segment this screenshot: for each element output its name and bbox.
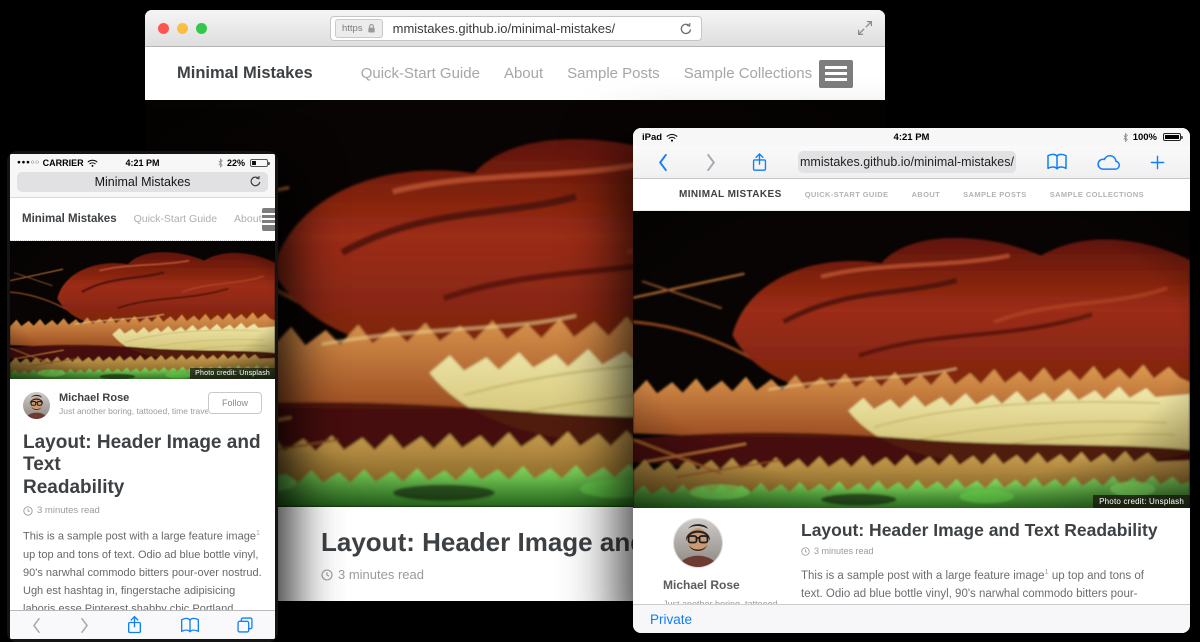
close-window-button[interactable] xyxy=(158,23,169,34)
tabs-icon[interactable] xyxy=(236,616,254,634)
icloud-tabs-icon[interactable] xyxy=(1096,154,1121,171)
ipad-address-field[interactable]: mmistakes.github.io/minimal-mistakes/ xyxy=(798,151,1016,173)
signal-strength-icon: ●●●○○ xyxy=(17,159,40,166)
ipad-site-nav: Minimal Mistakes Quick-Start Guide About… xyxy=(633,179,1190,211)
reload-icon[interactable] xyxy=(679,22,693,36)
desktop-titlebar: https mmistakes.github.io/minimal-mistak… xyxy=(145,10,885,47)
menu-icon[interactable] xyxy=(262,208,276,231)
page-title: Minimal Mistakes xyxy=(95,175,191,189)
iphone-bottom-toolbar xyxy=(10,610,275,639)
author-name: Michael Rose xyxy=(59,392,208,404)
private-button[interactable]: Private xyxy=(650,612,692,627)
feature-image: Photo credit: Unsplash xyxy=(633,211,1190,508)
zoom-window-button[interactable] xyxy=(196,23,207,34)
share-icon[interactable] xyxy=(751,152,768,173)
nav-about[interactable]: About xyxy=(911,190,940,199)
bluetooth-icon xyxy=(1122,132,1129,143)
nav-sample-collections[interactable]: Sample Collections xyxy=(1050,190,1144,199)
photo-credit-label: Photo credit: Unsplash xyxy=(1093,495,1190,508)
nav-quick-start-guide[interactable]: Quick-Start Guide xyxy=(134,213,217,225)
site-brand-link[interactable]: Minimal Mistakes xyxy=(679,189,782,200)
battery-percent: 22% xyxy=(227,158,245,168)
back-chevron-icon[interactable] xyxy=(31,617,42,634)
nav-sample-collections[interactable]: Sample Collections xyxy=(684,65,812,82)
forward-chevron-icon[interactable] xyxy=(79,617,90,634)
fullscreen-arrows-icon[interactable] xyxy=(857,20,873,36)
footnote-ref[interactable]: 1 xyxy=(256,529,260,537)
nav-about[interactable]: About xyxy=(234,213,261,225)
address-bar[interactable]: https mmistakes.github.io/minimal-mistak… xyxy=(330,16,702,41)
nav-sample-posts[interactable]: Sample Posts xyxy=(567,65,660,82)
avatar xyxy=(23,392,50,419)
avatar xyxy=(673,518,723,568)
site-brand-link[interactable]: Minimal Mistakes xyxy=(177,64,313,83)
status-time: 4:21 PM xyxy=(894,132,930,143)
forward-chevron-icon[interactable] xyxy=(705,153,717,172)
battery-icon xyxy=(250,159,268,167)
padlock-icon xyxy=(367,23,376,34)
back-chevron-icon[interactable] xyxy=(657,153,669,172)
url-text: mmistakes.github.io/minimal-mistakes/ xyxy=(800,155,1014,169)
menu-icon[interactable] xyxy=(819,60,853,88)
nav-sample-posts[interactable]: Sample Posts xyxy=(963,190,1027,199)
post-meta: 3 minutes read xyxy=(801,546,1150,556)
iphone-status-bar: ●●●○○ CARRIER 4:21 PM 22% xyxy=(10,154,275,171)
wifi-icon xyxy=(87,159,98,167)
post-title: Layout: Header Image and Text Readabilit… xyxy=(801,520,1150,541)
status-time: 4:21 PM xyxy=(126,158,160,168)
nav-quick-start-guide[interactable]: Quick-Start Guide xyxy=(805,190,889,199)
bookmarks-book-icon[interactable] xyxy=(180,617,200,634)
iphone-urlbar: Minimal Mistakes xyxy=(10,171,275,198)
battery-icon xyxy=(1163,133,1181,141)
iphone-site-nav: Minimal Mistakes Quick-Start Guide About xyxy=(10,198,275,241)
author-name: Michael Rose xyxy=(663,578,785,592)
share-icon[interactable] xyxy=(126,615,143,635)
https-label: https xyxy=(342,23,363,34)
clock-icon xyxy=(321,569,333,581)
follow-button[interactable]: Follow xyxy=(208,392,262,414)
author-row: Michael Rose Just another boring, tattoo… xyxy=(23,392,262,419)
private-browsing-bar: Private xyxy=(633,604,1190,633)
read-time: 3 minutes read xyxy=(37,505,100,516)
nav-quick-start-guide[interactable]: Quick-Start Guide xyxy=(361,65,480,82)
iphone-article: Michael Rose Just another boring, tattoo… xyxy=(10,379,275,639)
feature-image: Photo credit: Unsplash xyxy=(10,241,275,379)
read-time: 3 minutes read xyxy=(338,567,424,582)
new-tab-icon[interactable] xyxy=(1149,154,1166,171)
photo-credit-label: Photo credit: Unsplash xyxy=(190,368,275,379)
ipad-status-bar: iPad 4:21 PM 100% xyxy=(633,128,1190,146)
clock-icon xyxy=(801,547,810,556)
post-title: Layout: Header Image and Text Readabilit… xyxy=(23,432,262,499)
battery-percent: 100% xyxy=(1133,132,1157,143)
https-badge: https xyxy=(335,19,383,38)
minimize-window-button[interactable] xyxy=(177,23,188,34)
iphone-screen: ●●●○○ CARRIER 4:21 PM 22% Mini xyxy=(10,154,275,639)
reader-book-icon[interactable] xyxy=(1046,153,1068,171)
device-label: iPad xyxy=(642,132,662,143)
iphone-address-field[interactable]: Minimal Mistakes xyxy=(17,172,268,192)
nav-about[interactable]: About xyxy=(504,65,543,82)
composite-stage: https mmistakes.github.io/minimal-mistak… xyxy=(0,0,1200,642)
ipad-browser-toolbar: mmistakes.github.io/minimal-mistakes/ xyxy=(633,146,1190,179)
desktop-site-nav: Minimal Mistakes Quick-Start Guide About… xyxy=(145,47,885,100)
wifi-icon xyxy=(666,133,678,142)
url-text: mmistakes.github.io/minimal-mistakes/ xyxy=(383,21,679,36)
site-brand-link[interactable]: Minimal Mistakes xyxy=(22,213,117,225)
leaves-photo xyxy=(10,241,275,379)
reload-icon[interactable] xyxy=(249,175,262,188)
leaves-photo xyxy=(633,211,1190,508)
author-bio: Just another boring, tattooed, time trav… xyxy=(59,406,208,416)
carrier-label: CARRIER xyxy=(43,158,84,168)
ipad-device: iPad 4:21 PM 100% xyxy=(633,128,1190,633)
clock-icon xyxy=(23,506,33,516)
post-meta: 3 minutes read xyxy=(23,505,262,516)
read-time: 3 minutes read xyxy=(814,546,874,556)
bluetooth-icon xyxy=(217,158,224,168)
iphone-device: ●●●○○ CARRIER 4:21 PM 22% Mini xyxy=(7,151,278,642)
